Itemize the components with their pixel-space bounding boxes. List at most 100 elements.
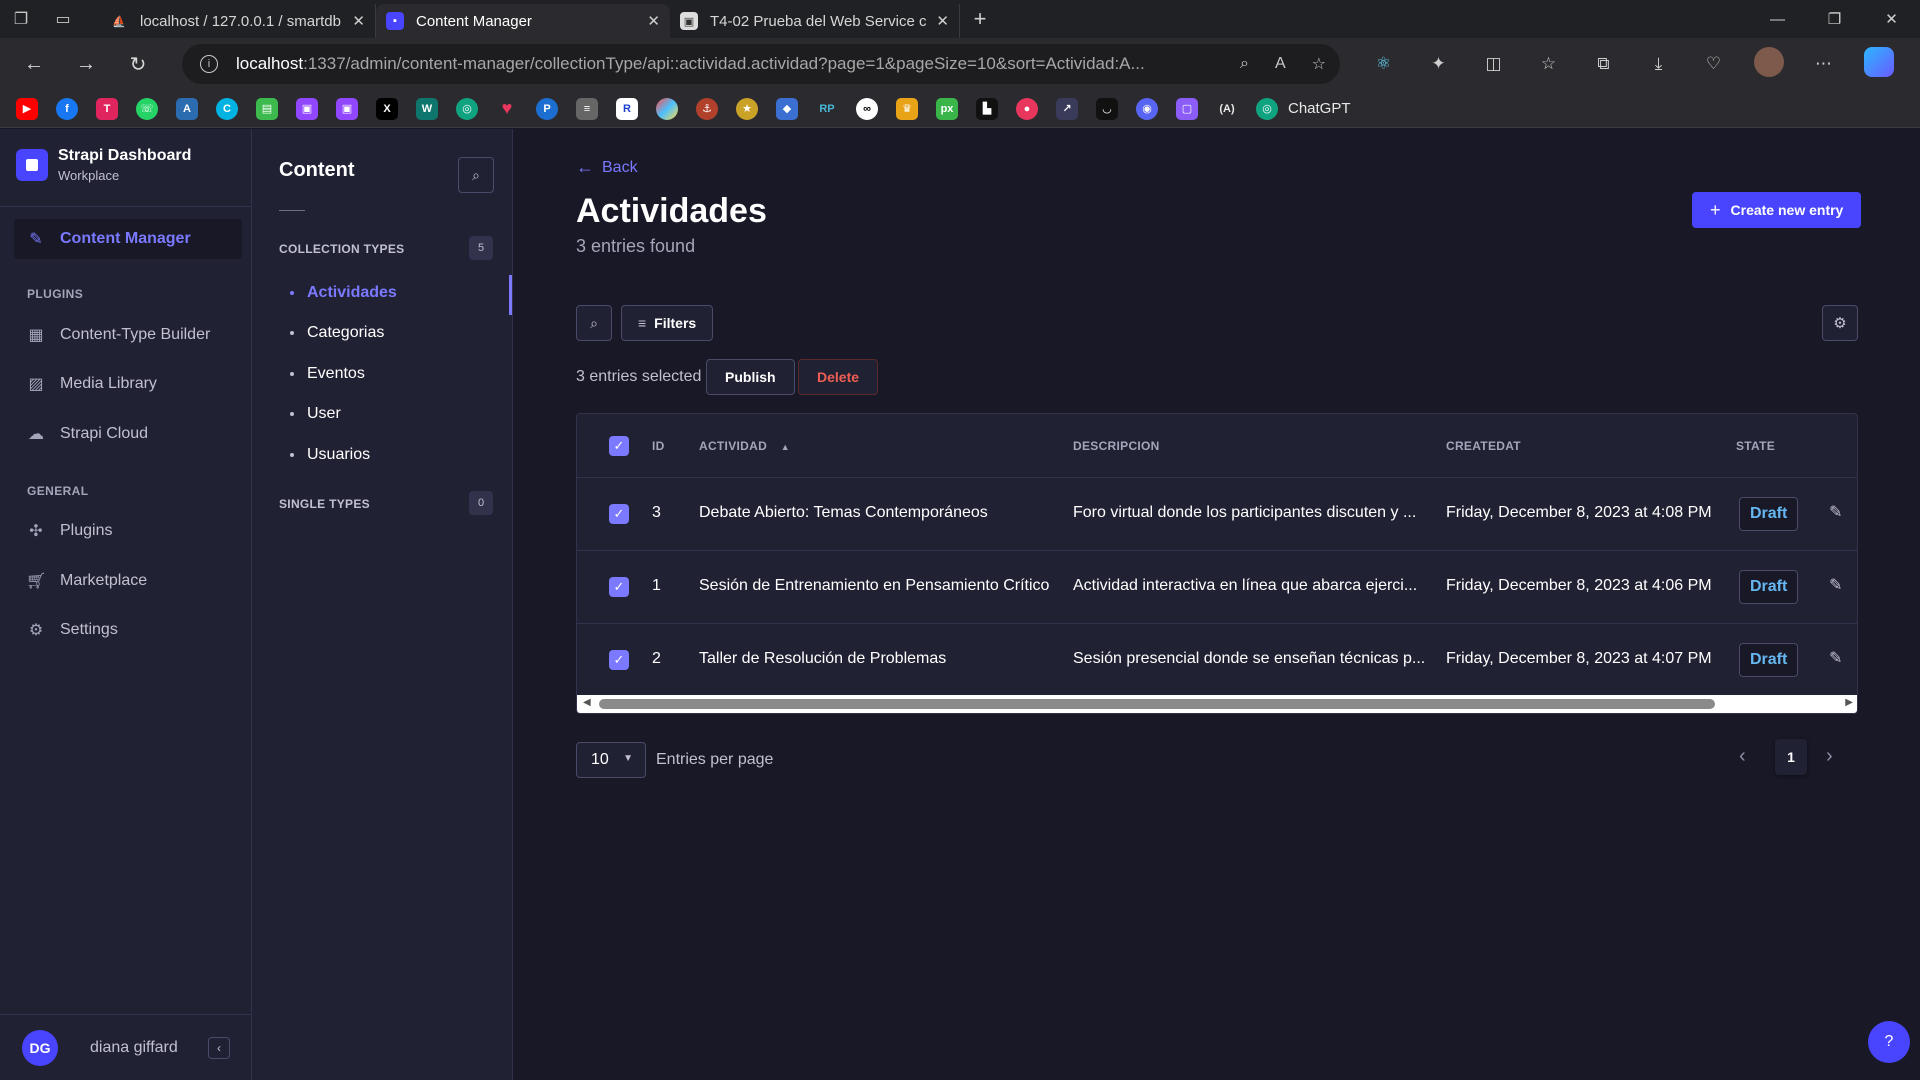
sidebar-item-media-library[interactable]: ▨ Media Library (26, 374, 157, 394)
copilot-icon[interactable] (1851, 46, 1906, 82)
column-header-descripcion[interactable]: DESCRIPCION (1073, 439, 1160, 453)
bookmark-face-icon[interactable]: ◡ (1096, 97, 1118, 120)
subnav-search-button[interactable]: ⌕ (458, 157, 494, 193)
react-devtools-icon[interactable]: ⚛ (1356, 54, 1411, 74)
bookmark-t-icon[interactable]: T (96, 97, 118, 120)
facebook-icon[interactable]: f (56, 97, 78, 120)
filters-button[interactable]: ≡ Filters (621, 305, 714, 341)
minimize-icon[interactable]: — (1749, 0, 1806, 38)
favorite-star-icon[interactable]: ☆ (1312, 54, 1326, 74)
sidebar-item-strapi-cloud[interactable]: ☁ Strapi Cloud (26, 424, 148, 444)
downloads-icon[interactable]: ⤓ (1631, 54, 1686, 74)
bookmark-infinity-icon[interactable]: ∞ (856, 97, 878, 120)
chatgpt-bookmark[interactable]: ChatGPT (1288, 100, 1351, 117)
twitch-alt-icon[interactable]: ▣ (336, 97, 358, 120)
close-tab-icon[interactable]: ✕ (647, 12, 660, 30)
row-checkbox[interactable]: ✓ (609, 650, 629, 670)
youtube-icon[interactable]: ▶ (16, 97, 38, 120)
edit-pencil-icon[interactable]: ✎ (1829, 575, 1842, 595)
sidebar-item-content-manager[interactable]: ✎ Content Manager (14, 219, 242, 259)
column-header-actividad[interactable]: ACTIVIDAD ▲ (699, 439, 790, 453)
row-checkbox[interactable]: ✓ (609, 504, 629, 524)
read-aloud-icon[interactable]: A (1275, 55, 1286, 73)
collections-icon[interactable]: ⧉ (1576, 54, 1631, 74)
help-button[interactable]: ? (1868, 1021, 1910, 1063)
entries-per-page-select[interactable]: 10 ▼ (576, 742, 646, 778)
sidebar-item-plugins[interactable]: ✣ Plugins (26, 521, 112, 541)
restore-icon[interactable]: ❐ (1806, 0, 1863, 38)
bookmark-lion-icon[interactable]: ♛ (896, 97, 918, 120)
tab-phpmyadmin[interactable]: ⛵ localhost / 127.0.0.1 / smartdb / ✕ (100, 4, 376, 38)
table-row[interactable]: ✓ 2 Taller de Resolución de Problemas Se… (577, 624, 1857, 697)
next-page-icon[interactable]: › (1826, 745, 1833, 768)
openai-icon[interactable]: ◎ (456, 97, 478, 120)
sidebar-item-marketplace[interactable]: 🛒︎ Marketplace (26, 571, 147, 591)
bookmark-badge-icon[interactable]: ★ (736, 97, 758, 120)
sidebar-item-settings[interactable]: ⚙ Settings (26, 620, 118, 640)
horizontal-scrollbar[interactable]: ◀ ▶ (577, 695, 1857, 713)
bookmark-px-icon[interactable]: px (936, 97, 958, 120)
bookmark-w-icon[interactable]: W (416, 97, 438, 120)
bookmark-discord-icon[interactable]: ◉ (1136, 97, 1158, 120)
table-row[interactable]: ✓ 3 Debate Abierto: Temas Contemporáneos… (577, 478, 1857, 551)
back-nav-icon[interactable]: ← (8, 44, 60, 84)
close-window-icon[interactable]: ✕ (1863, 0, 1920, 38)
profile-avatar[interactable] (1741, 46, 1796, 82)
column-header-id[interactable]: ID (652, 439, 665, 453)
bookmark-chat-icon[interactable]: ▢ (1176, 97, 1198, 120)
scrollbar-thumb[interactable] (599, 699, 1715, 709)
collapse-sidebar-button[interactable]: ‹ (208, 1037, 230, 1059)
whatsapp-icon[interactable]: ☏ (136, 97, 158, 120)
bookmark-drop-icon[interactable]: ● (1016, 97, 1038, 120)
row-checkbox[interactable]: ✓ (609, 577, 629, 597)
scroll-left-icon[interactable]: ◀ (583, 697, 591, 708)
previous-page-icon[interactable]: ‹ (1739, 745, 1746, 768)
close-tab-icon[interactable]: ✕ (936, 12, 949, 30)
select-all-checkbox[interactable]: ✓ (609, 436, 629, 456)
refresh-icon[interactable]: ↻ (112, 44, 164, 84)
delete-button[interactable]: Delete (798, 359, 879, 395)
x-icon[interactable]: X (376, 97, 398, 120)
zoom-icon[interactable]: ⌕ (1240, 55, 1249, 73)
edit-pencil-icon[interactable]: ✎ (1829, 502, 1842, 522)
bookmark-a-icon[interactable]: A (176, 97, 198, 120)
twitch-icon[interactable]: ▣ (296, 97, 318, 120)
table-row[interactable]: ✓ 1 Sesión de Entrenamiento en Pensamien… (577, 551, 1857, 624)
performance-icon[interactable]: ♡ (1686, 54, 1741, 74)
edit-pencil-icon[interactable]: ✎ (1829, 648, 1842, 668)
favorites-icon[interactable]: ☆ (1521, 54, 1576, 74)
bookmark-p-icon[interactable]: P (536, 97, 558, 120)
tab-content-manager[interactable]: ▪ Content Manager ✕ (376, 4, 670, 38)
back-link[interactable]: ← Back (576, 157, 638, 178)
more-icon[interactable]: ⋯ (1796, 54, 1851, 74)
bookmark-r-icon[interactable]: R (616, 97, 638, 120)
new-tab-button[interactable]: + (960, 6, 1000, 32)
bookmark-green-icon[interactable]: ▤ (256, 97, 278, 120)
bookmark-box-icon[interactable]: ▙ (976, 97, 998, 120)
view-settings-button[interactable]: ⚙ (1822, 305, 1858, 341)
url-field[interactable]: i localhost:1337/admin/content-manager/c… (182, 44, 1340, 84)
publish-button[interactable]: Publish (706, 359, 795, 395)
workspaces-icon[interactable]: ❐ (0, 0, 42, 38)
bookmark-bot-icon[interactable]: ◆ (776, 97, 798, 120)
extensions-icon[interactable]: ✦ (1411, 54, 1466, 74)
color-wheel-icon[interactable] (656, 97, 678, 120)
user-menu[interactable]: DG diana giffard ‹ (0, 1014, 252, 1080)
search-button[interactable]: ⌕ (576, 305, 612, 341)
subnav-item-categorias[interactable]: Categorias (290, 324, 384, 342)
column-header-createdat[interactable]: CREATEDAT (1446, 439, 1521, 453)
tab-actions-icon[interactable]: ▭ (42, 0, 84, 38)
layers-icon[interactable]: ≡ (576, 97, 598, 120)
canva-icon[interactable]: C (216, 97, 238, 120)
subnav-item-usuarios[interactable]: Usuarios (290, 446, 370, 464)
heart-icon[interactable]: ♥ (496, 98, 518, 120)
tab-web-service[interactable]: ▣ T4-02 Prueba del Web Service co ✕ (670, 4, 960, 38)
site-info-icon[interactable]: i (200, 55, 218, 73)
page-number-button[interactable]: 1 (1775, 739, 1807, 775)
bookmark-rp-icon[interactable]: RP (816, 98, 838, 120)
sidebar-item-content-type-builder[interactable]: ▦ Content-Type Builder (26, 325, 210, 345)
create-new-entry-button[interactable]: + Create new entry (1692, 192, 1862, 228)
subnav-item-actividades[interactable]: Actividades (290, 284, 397, 302)
subnav-item-user[interactable]: User (290, 405, 341, 423)
bookmark-chart-icon[interactable]: ↗ (1056, 97, 1078, 120)
